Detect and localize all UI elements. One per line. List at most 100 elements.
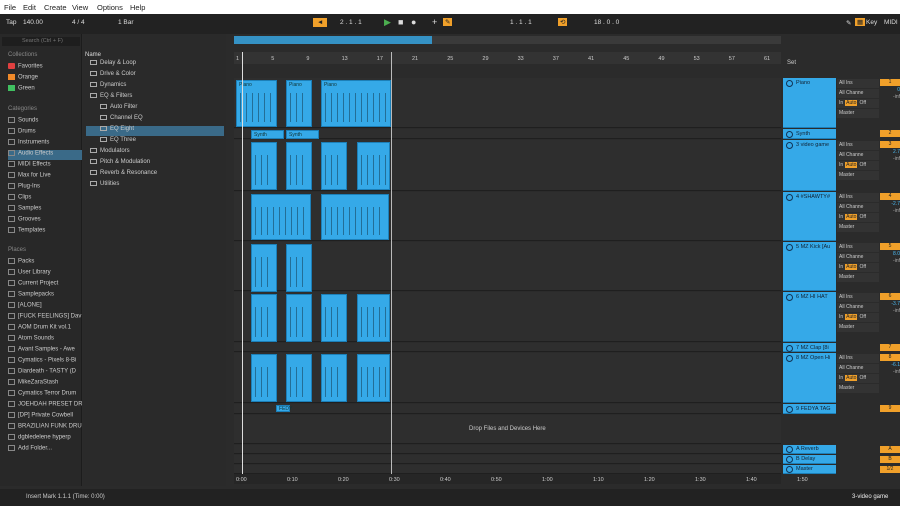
place-item[interactable]: AOM Drum Kit vol.1 bbox=[8, 324, 82, 334]
input-type-select[interactable]: All Ins bbox=[837, 79, 879, 88]
clip-fedya[interactable]: FEDY bbox=[276, 405, 292, 412]
return-track-header[interactable]: A Reverb bbox=[783, 445, 836, 454]
track-lane[interactable] bbox=[234, 343, 781, 352]
monitor-off[interactable]: Off bbox=[859, 314, 866, 320]
key-map-button[interactable]: Key bbox=[866, 19, 877, 26]
category-drums[interactable]: Drums bbox=[8, 128, 82, 138]
track-lane[interactable] bbox=[234, 455, 781, 464]
return-number[interactable]: A bbox=[880, 446, 900, 453]
clip-video-game-3[interactable] bbox=[321, 142, 347, 190]
category-audio-effects[interactable]: Audio Effects bbox=[8, 150, 82, 160]
return-number[interactable]: 1/2 bbox=[880, 466, 900, 473]
loop-length[interactable]: 18 . 0 . 0 bbox=[594, 19, 619, 26]
fold-icon[interactable] bbox=[786, 194, 793, 201]
output-select[interactable]: Master bbox=[837, 273, 879, 282]
tempo-field[interactable]: 140.00 bbox=[23, 19, 43, 26]
place-item[interactable]: Packs bbox=[8, 258, 82, 268]
time-signature[interactable]: 4 / 4 bbox=[72, 19, 85, 26]
tap-button[interactable]: Tap bbox=[6, 19, 16, 26]
track-header[interactable]: Piano bbox=[783, 78, 836, 128]
track-number[interactable]: 9 bbox=[880, 405, 900, 412]
insert-marker[interactable] bbox=[242, 52, 243, 475]
place-item[interactable]: Current Project bbox=[8, 280, 82, 290]
monitor-row[interactable]: In Auto Off bbox=[837, 161, 879, 170]
track-lane[interactable] bbox=[234, 465, 781, 474]
clip-piano-2[interactable]: Piano bbox=[286, 80, 312, 127]
song-position[interactable]: 2 . 1 . 1 bbox=[340, 19, 362, 26]
send-value[interactable]: -inf bbox=[880, 258, 900, 265]
fold-icon[interactable] bbox=[786, 446, 793, 453]
place-item[interactable]: [ALONE] bbox=[8, 302, 82, 312]
clip-openhat-2[interactable] bbox=[286, 354, 312, 402]
clip-hihat-4[interactable] bbox=[357, 294, 390, 342]
track-number[interactable]: 3 bbox=[880, 141, 900, 148]
track-header[interactable]: 3 video game bbox=[783, 140, 836, 191]
track-lane[interactable] bbox=[234, 445, 781, 454]
fold-icon[interactable] bbox=[786, 294, 793, 301]
clip-video-game-1[interactable] bbox=[251, 142, 277, 190]
input-type-select[interactable]: All Ins bbox=[837, 354, 879, 363]
monitor-off[interactable]: Off bbox=[859, 375, 866, 381]
menu-file[interactable]: File bbox=[4, 3, 16, 12]
output-select[interactable]: Master bbox=[837, 384, 879, 393]
input-channel-select[interactable]: All Channe bbox=[837, 203, 879, 212]
place-item[interactable]: Atom Sounds bbox=[8, 335, 82, 345]
overview-visible-region[interactable] bbox=[234, 36, 432, 44]
send-value[interactable]: -inf bbox=[880, 369, 900, 376]
volume-value[interactable]: 2.7 bbox=[880, 149, 900, 156]
monitor-auto[interactable]: Auto bbox=[845, 264, 858, 270]
track-number[interactable]: 7 bbox=[880, 344, 900, 351]
menu-edit[interactable]: Edit bbox=[23, 3, 36, 12]
record-icon[interactable]: ● bbox=[411, 17, 416, 27]
place-item[interactable]: Add Folder... bbox=[8, 445, 82, 455]
menu-view[interactable]: View bbox=[72, 3, 88, 12]
place-item[interactable]: [FUCK FEELINGS] Dav bbox=[8, 313, 82, 323]
track-number[interactable]: 6 bbox=[880, 293, 900, 300]
clip-hihat-1[interactable] bbox=[251, 294, 277, 342]
monitor-in[interactable]: In bbox=[839, 100, 843, 106]
browser-item[interactable]: Channel EQ bbox=[86, 115, 224, 125]
monitor-auto[interactable]: Auto bbox=[845, 314, 858, 320]
fold-icon[interactable] bbox=[786, 345, 793, 352]
monitor-row[interactable]: In Auto Off bbox=[837, 313, 879, 322]
input-channel-select[interactable]: All Channe bbox=[837, 303, 879, 312]
browser-item[interactable]: EQ Eight bbox=[86, 126, 224, 136]
volume-value[interactable]: -6.1 bbox=[880, 362, 900, 369]
fold-icon[interactable] bbox=[786, 406, 793, 413]
clip-video-game-2[interactable] bbox=[286, 142, 312, 190]
volume-value[interactable]: -2.7 bbox=[880, 201, 900, 208]
send-value[interactable]: -inf bbox=[880, 208, 900, 215]
send-value[interactable]: -inf bbox=[880, 156, 900, 163]
clip-kick-1[interactable] bbox=[251, 244, 277, 292]
place-item[interactable]: Cymatics Terror Drum bbox=[8, 390, 82, 400]
automation-arm-icon[interactable]: ✎ bbox=[443, 18, 453, 26]
clip-synth-1[interactable]: Synth bbox=[251, 130, 284, 139]
category-templates[interactable]: Templates bbox=[8, 227, 82, 237]
input-type-select[interactable]: All Ins bbox=[837, 293, 879, 302]
track-lane[interactable] bbox=[234, 78, 781, 128]
send-value[interactable]: -inf bbox=[880, 308, 900, 315]
category-instruments[interactable]: Instruments bbox=[8, 139, 82, 149]
clip-openhat-3[interactable] bbox=[321, 354, 347, 402]
category-midi-effects[interactable]: MIDI Effects bbox=[8, 161, 82, 171]
track-header[interactable]: 8 MZ Open Hi bbox=[783, 353, 836, 403]
place-item[interactable]: Samplepacks bbox=[8, 291, 82, 301]
monitor-in[interactable]: In bbox=[839, 214, 843, 220]
monitor-row[interactable]: In Auto Off bbox=[837, 263, 879, 272]
play-icon[interactable]: ▶ bbox=[384, 17, 391, 28]
monitor-in[interactable]: In bbox=[839, 314, 843, 320]
track-lane[interactable] bbox=[234, 353, 781, 403]
monitor-in[interactable]: In bbox=[839, 375, 843, 381]
loop-start[interactable]: 1 . 1 . 1 bbox=[510, 19, 532, 26]
stop-icon[interactable]: ■ bbox=[398, 17, 403, 27]
monitor-row[interactable]: In Auto Off bbox=[837, 374, 879, 383]
place-item[interactable]: User Library bbox=[8, 269, 82, 279]
input-channel-select[interactable]: All Channe bbox=[837, 151, 879, 160]
browser-item[interactable]: Delay & Loop bbox=[86, 60, 224, 70]
key-map-icon[interactable]: ▦ bbox=[855, 18, 866, 26]
place-item[interactable]: Diardeath - TASTY (D bbox=[8, 368, 82, 378]
return-track-header[interactable]: Master bbox=[783, 465, 836, 474]
monitor-auto[interactable]: Auto bbox=[845, 100, 858, 106]
track-number[interactable]: 8 bbox=[880, 354, 900, 361]
monitor-auto[interactable]: Auto bbox=[845, 375, 858, 381]
